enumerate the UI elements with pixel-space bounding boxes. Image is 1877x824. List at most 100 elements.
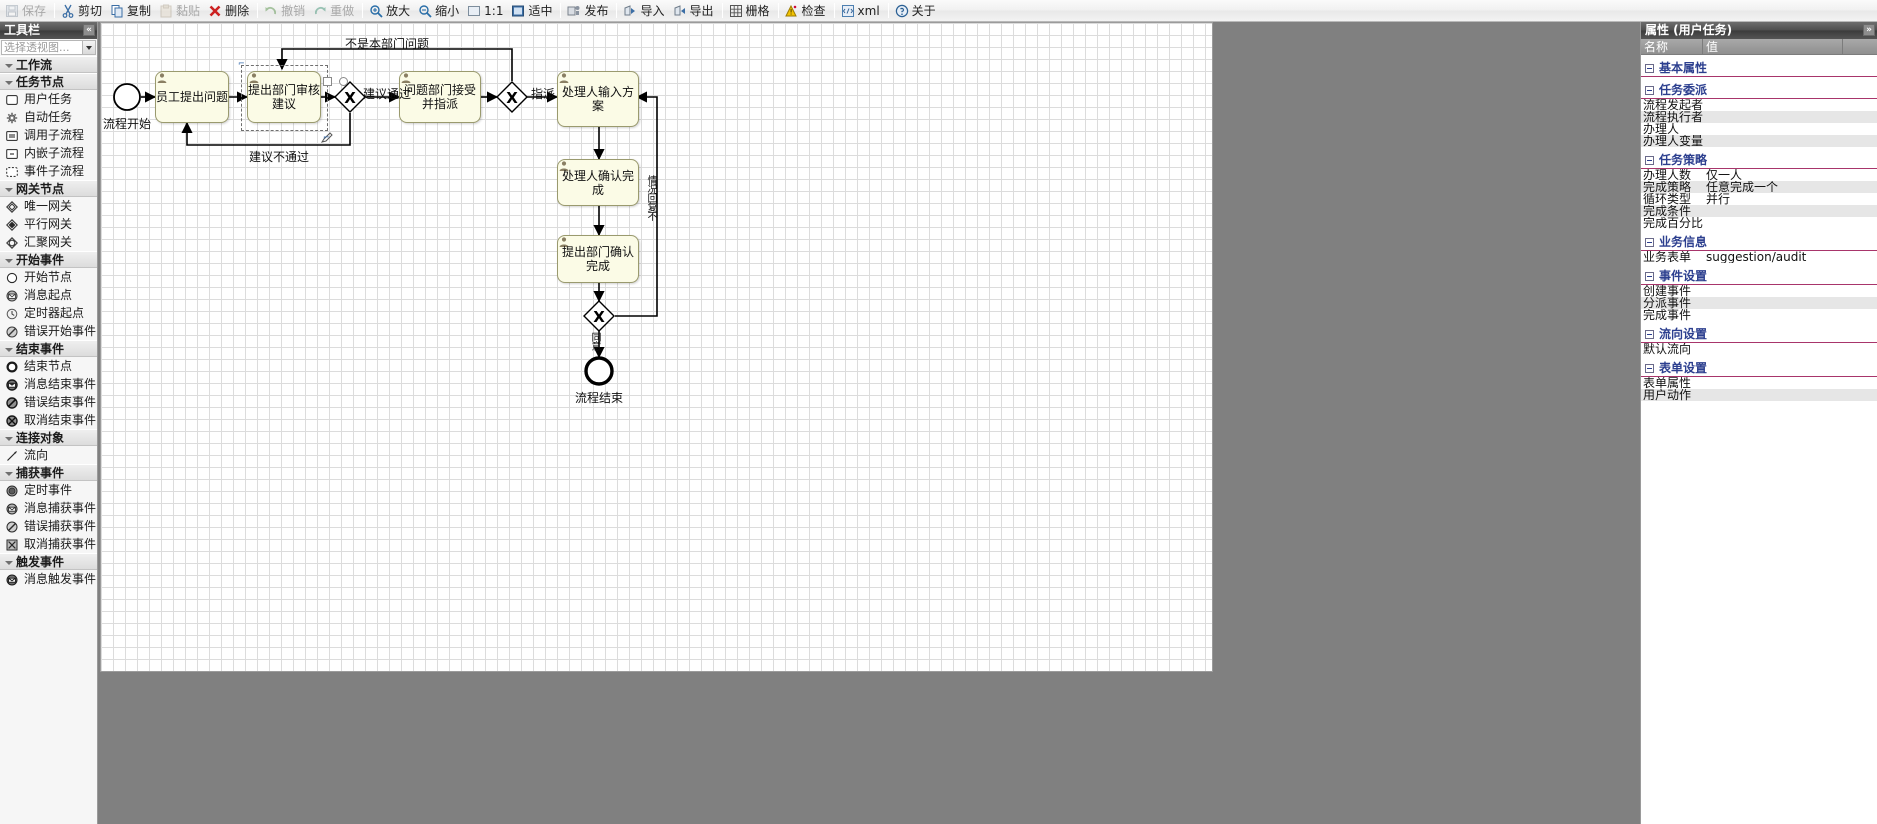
diagram-canvas[interactable]: X X X 员工提出问题 提出部门审核建议 问题部门接受并指派 处理人输入方案 …	[100, 22, 1213, 672]
canvas-area[interactable]: X X X 员工提出问题 提出部门审核建议 问题部门接受并指派 处理人输入方案 …	[98, 22, 1640, 824]
palette-group-5[interactable]: 连接对象	[0, 429, 97, 446]
property-row[interactable]: 完成百分比	[1641, 217, 1877, 229]
property-row[interactable]: 完成条件	[1641, 205, 1877, 217]
property-value[interactable]	[1703, 285, 1877, 297]
property-value[interactable]	[1703, 297, 1877, 309]
property-row[interactable]: 办理人	[1641, 123, 1877, 135]
palette-group-3[interactable]: 开始事件	[0, 251, 97, 268]
palette-group-6[interactable]: 捕获事件	[0, 464, 97, 481]
chevron-down-icon[interactable]	[82, 41, 95, 54]
palette-item-user-task[interactable]: 用户任务	[0, 90, 97, 108]
property-value[interactable]: 并行	[1703, 193, 1877, 205]
property-row[interactable]: 办理人变量	[1641, 135, 1877, 147]
palette-item-end-node[interactable]: 结束节点	[0, 357, 97, 375]
property-value[interactable]: 仅一人	[1703, 169, 1877, 181]
property-row[interactable]: 创建事件	[1641, 285, 1877, 297]
toolbar-button-save[interactable]: 保存	[2, 1, 51, 21]
property-row[interactable]: 流程执行者	[1641, 111, 1877, 123]
toolbar-button-zoom-out[interactable]: 缩小	[415, 1, 464, 21]
task-node-t6[interactable]: 提出部门确认完成	[557, 235, 639, 283]
toolbar-button-import[interactable]: 导入	[620, 1, 669, 21]
palette-item-start-node[interactable]: 开始节点	[0, 268, 97, 286]
toolbar-button-paste[interactable]: 黏贴	[156, 1, 205, 21]
task-node-t4[interactable]: 处理人输入方案	[557, 71, 639, 127]
palette-group-1[interactable]: 任务节点	[0, 73, 97, 90]
palette-item-parallel-gateway[interactable]: 平行网关	[0, 215, 97, 233]
palette-item-event-subprocess[interactable]: 事件子流程	[0, 162, 97, 180]
property-row[interactable]: 完成事件	[1641, 309, 1877, 321]
property-value[interactable]	[1703, 377, 1877, 389]
property-value[interactable]	[1703, 217, 1877, 229]
toolbar-button-copy[interactable]: 复制	[107, 1, 156, 21]
property-section-3[interactable]: 业务信息	[1641, 234, 1877, 251]
palette-item-message-start[interactable]: 消息起点	[0, 286, 97, 304]
collapse-toggle-icon[interactable]	[1645, 156, 1654, 165]
palette-item-error-end[interactable]: 错误结束事件	[0, 393, 97, 411]
property-value[interactable]	[1703, 309, 1877, 321]
selection-handle-square[interactable]	[323, 77, 332, 86]
property-row[interactable]: 业务表单 suggestion/audit	[1641, 251, 1877, 263]
palette-item-service-task[interactable]: 自动任务	[0, 108, 97, 126]
palette-item-message-throw[interactable]: 消息触发事件	[0, 570, 97, 588]
perspective-select[interactable]: 选择透视图...	[1, 40, 96, 55]
toolbar-button-about[interactable]: 关于	[892, 1, 941, 21]
property-section-5[interactable]: 流向设置	[1641, 326, 1877, 343]
property-value[interactable]: 任意完成一个	[1703, 181, 1877, 193]
property-row[interactable]: 办理人数 仅一人	[1641, 169, 1877, 181]
palette-item-error-catch[interactable]: 错误捕获事件	[0, 517, 97, 535]
palette-group-2[interactable]: 网关节点	[0, 180, 97, 197]
toolbar-button-zoom-actual[interactable]: 1:1	[464, 1, 508, 21]
toolbar-button-publish[interactable]: 发布	[564, 1, 613, 21]
toolbar-button-zoom-in[interactable]: 放大	[366, 1, 415, 21]
property-row[interactable]: 流程发起者	[1641, 99, 1877, 111]
palette-item-timer-start[interactable]: 定时器起点	[0, 304, 97, 322]
property-row[interactable]: 循环类型 并行	[1641, 193, 1877, 205]
toolbar-button-redo[interactable]: 重做	[310, 1, 359, 21]
toolbar-button-undo[interactable]: 撤销	[261, 1, 310, 21]
collapse-toggle-icon[interactable]	[1645, 330, 1654, 339]
palette-item-sequence-flow[interactable]: 流向	[0, 446, 97, 464]
property-value[interactable]	[1703, 343, 1877, 355]
palette-item-timer-catch[interactable]: 定时事件	[0, 481, 97, 499]
property-row[interactable]: 用户动作	[1641, 389, 1877, 401]
toolbar-button-delete[interactable]: 删除	[205, 1, 254, 21]
toolbar-button-check[interactable]: 检查	[782, 1, 831, 21]
palette-collapse-button[interactable]: «	[83, 24, 95, 36]
property-section-2[interactable]: 任务策略	[1641, 152, 1877, 169]
collapse-toggle-icon[interactable]	[1645, 64, 1654, 73]
property-value[interactable]	[1703, 389, 1877, 401]
property-value[interactable]	[1703, 111, 1877, 123]
property-value[interactable]	[1703, 135, 1877, 147]
palette-item-call-subprocess[interactable]: 调用子流程	[0, 126, 97, 144]
property-section-6[interactable]: 表单设置	[1641, 360, 1877, 377]
collapse-toggle-icon[interactable]	[1645, 86, 1654, 95]
property-value[interactable]	[1703, 123, 1877, 135]
selection-handle-round[interactable]	[339, 77, 348, 86]
toolbar-button-grid[interactable]: 栅格	[726, 1, 775, 21]
palette-group-4[interactable]: 结束事件	[0, 340, 97, 357]
toolbar-button-cut[interactable]: 剪切	[58, 1, 107, 21]
collapse-toggle-icon[interactable]	[1645, 272, 1654, 281]
property-value[interactable]	[1703, 99, 1877, 111]
property-row[interactable]: 分派事件	[1641, 297, 1877, 309]
palette-item-error-start[interactable]: 错误开始事件	[0, 322, 97, 340]
property-row[interactable]: 完成策略 任意完成一个	[1641, 181, 1877, 193]
palette-item-embedded-subprocess[interactable]: 内嵌子流程	[0, 144, 97, 162]
palette-item-cancel-end[interactable]: 取消结束事件	[0, 411, 97, 429]
task-node-t3[interactable]: 问题部门接受并指派	[399, 71, 481, 123]
task-node-t5[interactable]: 处理人确认完成	[557, 159, 639, 206]
toolbar-button-xml[interactable]: xml	[838, 1, 885, 21]
property-section-4[interactable]: 事件设置	[1641, 268, 1877, 285]
palette-item-exclusive-gateway[interactable]: 唯一网关	[0, 197, 97, 215]
collapse-toggle-icon[interactable]	[1645, 238, 1654, 247]
palette-group-7[interactable]: 触发事件	[0, 553, 97, 570]
property-row[interactable]: 默认流向	[1641, 343, 1877, 355]
palette-item-cancel-catch[interactable]: 取消捕获事件	[0, 535, 97, 553]
palette-item-message-end[interactable]: 消息结束事件	[0, 375, 97, 393]
property-section-0[interactable]: 基本属性	[1641, 60, 1877, 77]
property-section-1[interactable]: 任务委派	[1641, 82, 1877, 99]
properties-collapse-button[interactable]: »	[1863, 24, 1875, 36]
property-value[interactable]	[1703, 205, 1877, 217]
collapse-toggle-icon[interactable]	[1645, 364, 1654, 373]
toolbar-button-export[interactable]: 导出	[670, 1, 719, 21]
